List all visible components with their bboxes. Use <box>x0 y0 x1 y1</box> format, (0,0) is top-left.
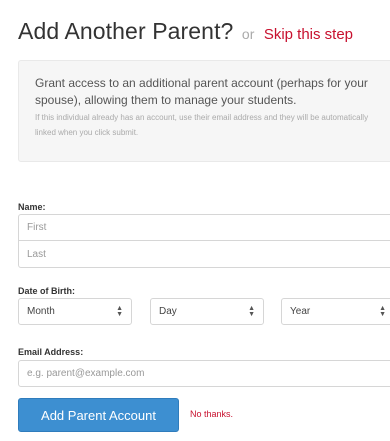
year-select[interactable]: Year ▲ ▼ <box>281 298 390 325</box>
skip-step-link[interactable]: Skip this step <box>264 26 353 43</box>
month-select[interactable]: Month ▲ ▼ <box>18 298 132 325</box>
day-select[interactable]: Day ▲ ▼ <box>150 298 264 325</box>
select-arrows-icon: ▲ ▼ <box>116 304 123 318</box>
email-label: Email Address: <box>18 347 84 357</box>
select-arrows-icon: ▲ ▼ <box>379 304 386 318</box>
info-box: Grant access to an additional parent acc… <box>18 60 390 162</box>
no-thanks-link[interactable]: No thanks. <box>190 409 233 419</box>
page-header: Add Another Parent? or Skip this step <box>18 18 353 45</box>
email-input[interactable] <box>18 360 390 387</box>
last-name-input[interactable] <box>18 241 390 268</box>
page-title: Add Another Parent? <box>18 18 234 44</box>
day-value: Day <box>159 306 177 317</box>
info-note: If this individual already has an accoun… <box>35 113 369 137</box>
month-value: Month <box>27 306 55 317</box>
year-value: Year <box>290 306 311 317</box>
dob-label: Date of Birth: <box>18 286 75 296</box>
first-name-input[interactable] <box>18 214 390 241</box>
name-label: Name: <box>18 202 46 212</box>
or-text: or <box>241 26 255 42</box>
info-description: Grant access to an additional parent acc… <box>35 76 368 107</box>
select-arrows-icon: ▲ ▼ <box>248 304 255 318</box>
add-parent-button[interactable]: Add Parent Account <box>18 398 179 432</box>
